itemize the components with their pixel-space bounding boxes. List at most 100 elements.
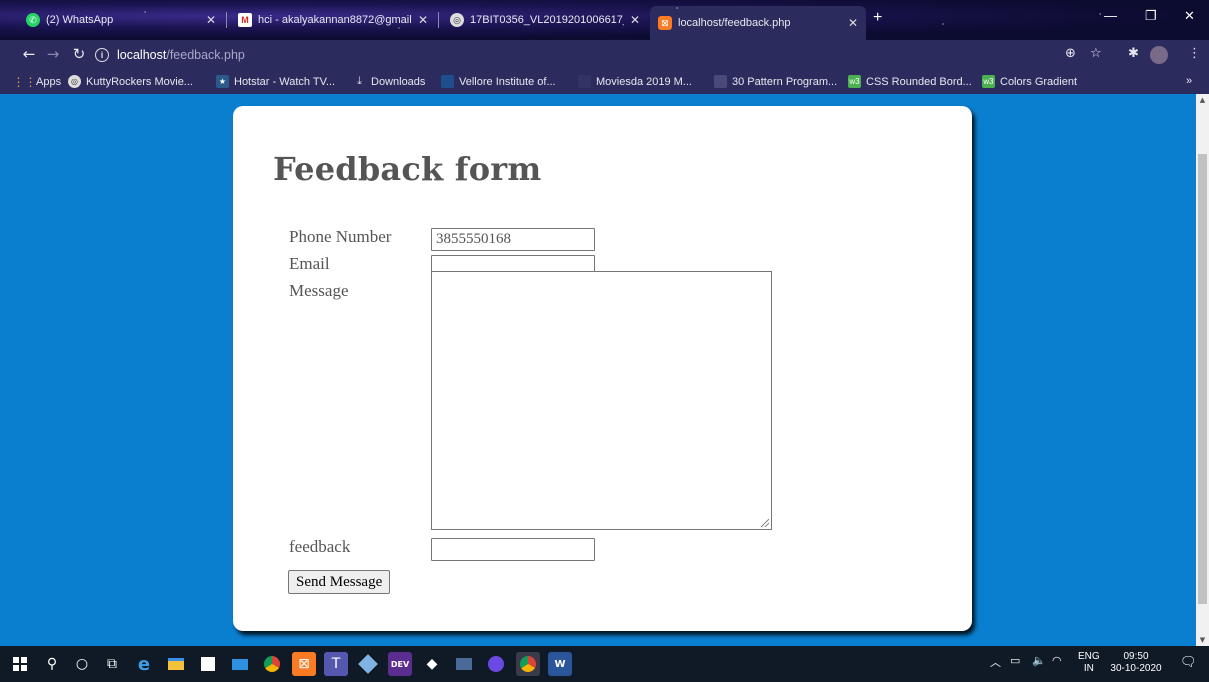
- page-viewport: Feedback form Phone Number 3855550168 Em…: [0, 94, 1209, 646]
- email-label: Email: [289, 254, 330, 273]
- toolbar: ← → ↻ i localhost/feedback.php ⊕ ☆ ✱ ⋮: [0, 40, 1209, 70]
- restore-icon[interactable]: ❐: [1145, 8, 1157, 24]
- file-explorer-icon[interactable]: [164, 652, 188, 676]
- eclipse-icon[interactable]: ◆: [420, 652, 444, 676]
- message-label: Message: [289, 281, 349, 300]
- chrome-icon[interactable]: [260, 652, 284, 676]
- bookmark-label: 30 Pattern Program...: [732, 75, 838, 88]
- battery-icon[interactable]: ▭: [1010, 654, 1020, 667]
- minimize-icon[interactable]: —: [1104, 8, 1117, 23]
- forward-icon[interactable]: →: [42, 45, 64, 63]
- teams-icon[interactable]: T: [324, 652, 348, 676]
- clock-date: 30-10-2020: [1110, 663, 1162, 674]
- xampp-icon[interactable]: ⊠: [292, 652, 316, 676]
- word-icon[interactable]: W: [548, 652, 572, 676]
- back-icon[interactable]: ←: [18, 45, 40, 63]
- phone-label: Phone Number: [289, 227, 392, 246]
- feedback-card: Feedback form Phone Number 3855550168 Em…: [233, 106, 972, 631]
- task-view-icon[interactable]: ⧉: [100, 652, 124, 676]
- tab-gmail[interactable]: M hci - akalyakannan8872@gmail.c ✕: [230, 6, 436, 34]
- clock[interactable]: 09:50 30-10-2020: [1110, 651, 1162, 675]
- address-bar[interactable]: i localhost/feedback.php: [95, 44, 1075, 66]
- pattern-icon: [714, 75, 727, 88]
- more-bookmarks-button[interactable]: »: [1186, 75, 1192, 87]
- mail-icon[interactable]: [228, 652, 252, 676]
- bookmark-kuttyrockers[interactable]: ◎ KuttyRockers Movie...: [68, 75, 193, 88]
- bookmark-colors-gradient[interactable]: w3 Colors Gradient: [982, 75, 1077, 88]
- bookmark-label: Apps: [36, 75, 62, 88]
- bookmark-star-icon[interactable]: ☆: [1090, 46, 1102, 61]
- bookmark-label: KuttyRockers Movie...: [86, 75, 193, 88]
- bookmark-hotstar[interactable]: ★ Hotstar - Watch TV...: [216, 75, 335, 88]
- language-indicator[interactable]: ENG IN: [1078, 651, 1100, 675]
- resize-handle-icon[interactable]: [761, 519, 769, 527]
- bookmarks-bar: ⋮⋮ Apps ◎ KuttyRockers Movie... ★ Hotsta…: [0, 70, 1209, 94]
- message-textarea[interactable]: [431, 271, 772, 530]
- wifi-icon[interactable]: ◠: [1052, 654, 1062, 667]
- bookmark-css-rounded[interactable]: w3 CSS Rounded Bord...: [848, 75, 972, 88]
- hotstar-icon: ★: [216, 75, 229, 88]
- scroll-up-icon[interactable]: ▲: [1196, 94, 1209, 106]
- vit-icon: [441, 75, 454, 88]
- close-icon[interactable]: ✕: [418, 13, 428, 27]
- close-icon[interactable]: ✕: [630, 13, 640, 27]
- extensions-icon[interactable]: ✱: [1128, 46, 1139, 61]
- globe-icon: ◎: [450, 13, 464, 27]
- tab-localhost-feedback[interactable]: ⊠ localhost/feedback.php ✕: [650, 6, 866, 40]
- feedback-field[interactable]: [431, 538, 595, 561]
- address-host: localhost: [117, 48, 167, 62]
- tab-title: (2) WhatsApp: [46, 14, 114, 26]
- bookmark-downloads[interactable]: ⤓ Downloads: [353, 75, 425, 88]
- app-circle-icon[interactable]: [484, 652, 508, 676]
- scroll-down-icon[interactable]: ▼: [1196, 634, 1209, 646]
- volume-icon[interactable]: 🔈: [1032, 654, 1046, 667]
- xampp-icon: ⊠: [658, 16, 672, 30]
- reload-icon[interactable]: ↻: [68, 45, 90, 63]
- close-icon[interactable]: ✕: [848, 16, 858, 30]
- w3schools-icon: w3: [982, 75, 995, 88]
- bookmark-label: Downloads: [371, 75, 426, 88]
- send-message-button[interactable]: Send Message: [288, 570, 391, 594]
- virtualbox-icon[interactable]: [356, 652, 380, 676]
- notifications-icon[interactable]: 🗨: [1180, 654, 1197, 670]
- bookmark-label: Colors Gradient: [1000, 75, 1078, 88]
- site-info-icon[interactable]: i: [95, 48, 109, 62]
- tab-whatsapp[interactable]: ✆ (2) WhatsApp ✕: [18, 6, 224, 34]
- close-icon[interactable]: ✕: [206, 13, 216, 27]
- gmail-icon: M: [238, 13, 252, 27]
- clock-time: 09:50: [1123, 651, 1149, 662]
- tab-divider: [226, 12, 227, 28]
- new-tab-button[interactable]: +: [873, 9, 882, 27]
- tray-chevron-icon[interactable]: ︿: [990, 654, 1001, 670]
- page-scrollbar[interactable]: ▲ ▼: [1196, 94, 1209, 646]
- chrome-active-icon[interactable]: [516, 652, 540, 676]
- bookmark-apps[interactable]: ⋮⋮ Apps: [12, 74, 62, 89]
- bookmark-label: Moviesda 2019 M...: [596, 75, 692, 88]
- bookmark-patterns[interactable]: 30 Pattern Program...: [714, 75, 837, 88]
- search-icon[interactable]: ⚲: [40, 652, 64, 676]
- windows-taskbar: ⚲ ○ ⧉ e ⊠ T DEV ◆ W ︿ ▭ 🔈 ◠ ENG IN 09:50…: [0, 646, 1209, 682]
- phone-field[interactable]: 3855550168: [431, 228, 595, 251]
- window-close-icon[interactable]: ✕: [1184, 8, 1195, 24]
- java-icon[interactable]: [452, 652, 476, 676]
- bookmark-vit[interactable]: Vellore Institute of...: [441, 75, 556, 88]
- bookmark-label: Hotstar - Watch TV...: [234, 75, 336, 88]
- edge-icon[interactable]: e: [132, 652, 156, 676]
- bookmark-moviesda[interactable]: Moviesda 2019 M...: [578, 75, 692, 88]
- devcpp-icon[interactable]: DEV: [388, 652, 412, 676]
- apps-grid-icon: ⋮⋮: [12, 74, 37, 89]
- feedback-label: feedback: [289, 537, 351, 556]
- globe-icon: ◎: [68, 75, 81, 88]
- lang-top: ENG: [1078, 651, 1100, 662]
- menu-kebab-icon[interactable]: ⋮: [1188, 46, 1201, 61]
- zoom-icon[interactable]: ⊕: [1065, 46, 1076, 61]
- tab-assignment[interactable]: ◎ 17BIT0356_VL2019201006617_PE ✕: [442, 6, 648, 34]
- scrollbar-thumb[interactable]: [1198, 154, 1207, 604]
- address-path: /feedback.php: [166, 48, 245, 62]
- download-icon: ⤓: [357, 75, 362, 87]
- profile-avatar[interactable]: [1150, 46, 1168, 64]
- cortana-icon[interactable]: ○: [70, 652, 94, 676]
- store-icon[interactable]: [196, 652, 220, 676]
- windows-start-icon[interactable]: [8, 652, 32, 676]
- page-title: Feedback form: [273, 150, 542, 188]
